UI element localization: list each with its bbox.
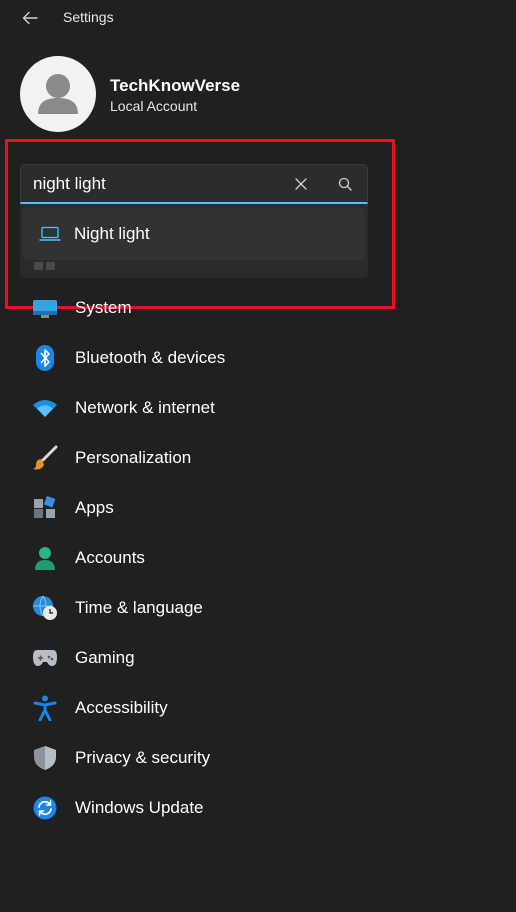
sidebar-item-label: Privacy & security	[75, 748, 211, 767]
back-button[interactable]	[18, 6, 42, 30]
sidebar-item-label: Gaming	[75, 648, 135, 667]
sidebar-item-privacy-security[interactable]: Privacy & security	[20, 735, 380, 779]
account-type: Local Account	[110, 98, 198, 114]
sidebar-item-accessibility[interactable]: Accessibility	[20, 685, 380, 729]
user-name: TechKnowVerse	[110, 76, 241, 95]
back-arrow-icon	[22, 11, 38, 25]
wifi-icon	[32, 395, 58, 421]
sidebar-item-label: Accessibility	[75, 698, 168, 717]
sidebar-item-label: Accounts	[75, 548, 145, 567]
sidebar-item-apps[interactable]: Apps	[20, 485, 380, 529]
globe-clock-icon	[32, 595, 58, 621]
bluetooth-icon	[32, 345, 58, 371]
accounts-icon	[32, 545, 58, 571]
user-avatar-icon	[38, 74, 78, 114]
title-bar: Settings	[0, 0, 516, 36]
sidebar-item-label: Windows Update	[75, 798, 204, 817]
sidebar-item-gaming[interactable]: Gaming	[20, 635, 380, 679]
sidebar-item-accounts[interactable]: Accounts	[20, 535, 380, 579]
brush-icon	[32, 445, 58, 471]
app-title: Settings	[63, 9, 114, 25]
sidebar-item-label: Bluetooth & devices	[75, 348, 226, 367]
system-icon	[32, 295, 58, 321]
sidebar-item-label: System	[75, 298, 132, 317]
accessibility-icon	[32, 695, 58, 721]
gamepad-icon	[32, 645, 58, 671]
sidebar-item-personalization[interactable]: Personalization	[20, 435, 380, 479]
apps-icon	[32, 495, 58, 521]
update-icon	[32, 795, 58, 821]
sidebar-item-system[interactable]: System	[20, 285, 380, 329]
shield-icon	[32, 745, 58, 771]
sidebar-item-label: Network & internet	[75, 398, 215, 417]
highlight-annotation	[5, 139, 395, 309]
sidebar-item-time-language[interactable]: Time & language	[20, 585, 380, 629]
sidebar-item-label: Apps	[75, 498, 114, 517]
sidebar-item-bluetooth[interactable]: Bluetooth & devices	[20, 335, 380, 379]
sidebar-item-label: Time & language	[75, 598, 203, 617]
avatar[interactable]	[20, 56, 96, 132]
sidebar-item-windows-update[interactable]: Windows Update	[20, 785, 380, 829]
sidebar-item-label: Personalization	[75, 448, 192, 467]
sidebar-item-network[interactable]: Network & internet	[20, 385, 380, 429]
